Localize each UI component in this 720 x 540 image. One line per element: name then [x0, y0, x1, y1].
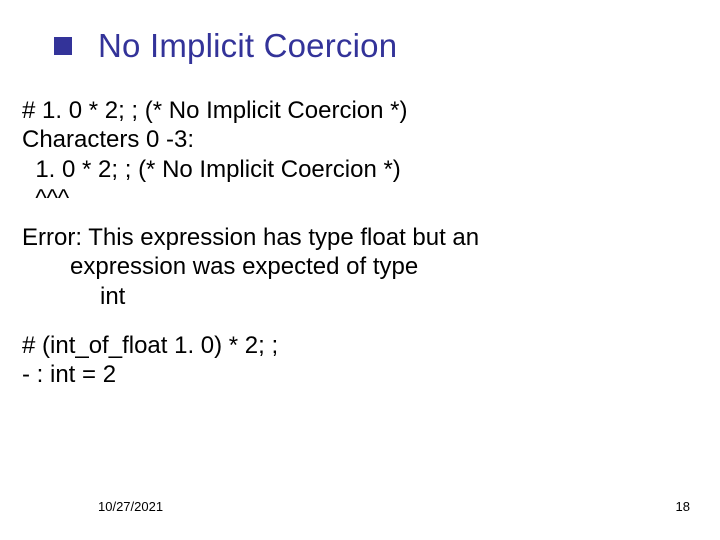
code-line: # (int_of_float 1. 0) * 2; ;	[22, 331, 690, 360]
error-line: int	[22, 282, 690, 311]
code-line: Characters 0 -3:	[22, 125, 690, 154]
code-line: # 1. 0 * 2; ; (* No Implicit Coercion *)	[22, 96, 690, 125]
code-line: - : int = 2	[22, 360, 690, 389]
code-line: ^^^	[22, 184, 690, 213]
slide: No Implicit Coercion # 1. 0 * 2; ; (* No…	[0, 0, 720, 540]
slide-title: No Implicit Coercion	[98, 27, 397, 65]
title-row: No Implicit Coercion	[30, 18, 690, 74]
code-line: 1. 0 * 2; ; (* No Implicit Coercion *)	[22, 155, 690, 184]
footer-date: 10/27/2021	[98, 499, 163, 514]
error-line: expression was expected of type	[22, 252, 690, 281]
footer-page-number: 18	[676, 499, 690, 514]
slide-body: # 1. 0 * 2; ; (* No Implicit Coercion *)…	[22, 96, 690, 389]
title-bullet-icon	[54, 37, 72, 55]
error-line: Error: This expression has type float bu…	[22, 223, 690, 252]
